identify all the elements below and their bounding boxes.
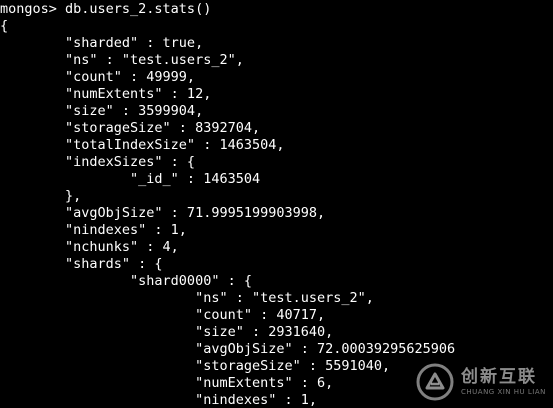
terminal-line: { <box>0 18 9 34</box>
terminal-line: "indexSizes" : { <box>0 154 196 170</box>
terminal-line: "_id_" : 1463504 <box>0 171 261 187</box>
terminal-line: "storageSize" : 5591040, <box>0 358 391 374</box>
terminal-line: "avgObjSize" : 72.00039295625906 <box>0 341 456 357</box>
terminal-line: mongos> db.users_2.stats() <box>0 1 212 17</box>
terminal-line: }, <box>0 188 82 204</box>
terminal-line: "numExtents" : 12, <box>0 86 212 102</box>
watermark: 创新互联 CHUANG XIN HU LIAN <box>405 356 553 408</box>
terminal-line: "count" : 49999, <box>0 69 196 85</box>
watermark-chinese: 创新互联 <box>461 367 537 387</box>
terminal-line: "nindexes" : 1, <box>0 222 187 238</box>
terminal-line: "ns" : "test.users_2", <box>0 290 374 306</box>
terminal-line: "ns" : "test.users_2", <box>0 52 244 68</box>
terminal-line: "count" : 40717, <box>0 307 326 323</box>
terminal-line: "totalIndexSize" : 1463504, <box>0 137 285 153</box>
chuangxin-logo-icon <box>416 363 454 401</box>
terminal-line: "shard0000" : { <box>0 273 252 289</box>
watermark-text: 创新互联 CHUANG XIN HU LIAN <box>461 367 546 397</box>
terminal-window[interactable]: mongos> db.users_2.stats() { "sharded" :… <box>0 0 553 408</box>
terminal-line: "size" : 2931640, <box>0 324 334 340</box>
watermark-english: CHUANG XIN HU LIAN <box>461 388 546 396</box>
terminal-line: "shards" : { <box>0 256 163 272</box>
terminal-output: mongos> db.users_2.stats() { "sharded" :… <box>0 1 455 408</box>
terminal-line: "size" : 3599904, <box>0 103 204 119</box>
terminal-line: "sharded" : true, <box>0 35 204 51</box>
terminal-line: "nindexes" : 1, <box>0 392 317 408</box>
terminal-line: "numExtents" : 6, <box>0 375 334 391</box>
terminal-line: "storageSize" : 8392704, <box>0 120 261 136</box>
terminal-line: "avgObjSize" : 71.9995199903998, <box>0 205 326 221</box>
terminal-line: "nchunks" : 4, <box>0 239 179 255</box>
